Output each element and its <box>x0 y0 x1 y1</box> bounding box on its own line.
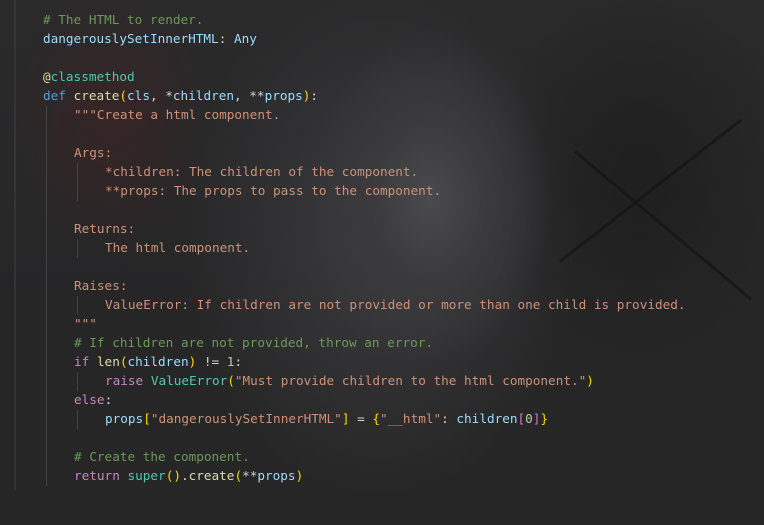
code-decorator: classmethod <box>50 69 135 84</box>
code-line-13: The html component. <box>105 238 250 257</box>
code-line-22: props["dangerouslySetInnerHTML"] = {"__h… <box>105 409 548 428</box>
code-variable: props <box>257 468 296 483</box>
code-line-8: Args: <box>74 143 112 162</box>
code-line-21: else: <box>74 390 112 409</box>
code-keyword: return <box>74 468 120 483</box>
code-docstring: *children: The children of the component… <box>105 164 419 179</box>
code-line-15: Raises: <box>74 276 127 295</box>
code-keyword: raise <box>105 373 144 388</box>
code-punctuation: : <box>104 392 113 407</box>
code-line-19: if len(children) != 1: <box>74 352 242 371</box>
code-line-24: # Create the component. <box>74 447 250 466</box>
code-class: ValueError <box>150 373 228 388</box>
code-method: create <box>188 468 235 483</box>
code-bracket: ) <box>295 468 304 483</box>
code-bracket: ( <box>234 468 243 483</box>
code-punctuation: : <box>441 411 457 426</box>
code-punctuation: , * <box>149 88 173 103</box>
code-bracket: ( <box>227 373 235 388</box>
code-decorator-at: @ <box>43 69 51 84</box>
code-line-2: dangerouslySetInnerHTML: Any <box>43 29 257 48</box>
code-docstring: """Create a html component. <box>74 107 281 122</box>
code-line-1: # The HTML to render. <box>43 10 203 29</box>
code-docstring: """ <box>74 316 97 331</box>
code-line-9: *children: The children of the component… <box>105 162 418 181</box>
code-variable: props <box>105 411 144 426</box>
code-keyword: else <box>74 392 105 407</box>
code-bracket: ( <box>119 88 128 103</box>
code-comment: # Create the component. <box>74 449 250 464</box>
code-bracket: } <box>540 411 549 426</box>
code-docstring: Raises: <box>74 278 128 293</box>
code-string: "Must provide children to the html compo… <box>234 373 587 388</box>
code-bracket: [ <box>143 411 151 426</box>
code-bracket: { <box>372 411 381 426</box>
code-builtin: len <box>96 354 120 369</box>
gutter-indicator <box>14 0 16 490</box>
code-builtin: super <box>127 468 166 483</box>
indent-guide <box>77 239 78 258</box>
code-parameter: cls <box>127 88 150 103</box>
code-docstring: Args: <box>74 145 113 160</box>
code-operator: = <box>349 411 373 426</box>
code-keyword: if <box>74 354 90 369</box>
code-line-16: ValueError: If children are not provided… <box>105 295 686 314</box>
code-line-25: return super().create(**props) <box>74 466 303 485</box>
indent-guide <box>46 106 47 486</box>
code-line-12: Returns: <box>74 219 135 238</box>
code-parameter: props <box>264 88 303 103</box>
code-punctuation: , ** <box>234 88 265 103</box>
code-docstring: **props: The props to pass to the compon… <box>105 183 442 198</box>
code-docstring: The html component. <box>105 240 251 255</box>
code-string: "dangerouslySetInnerHTML" <box>150 411 342 426</box>
code-operator: ** <box>242 468 258 483</box>
code-punctuation: : <box>310 88 319 103</box>
code-line-20: raise ValueError("Must provide children … <box>105 371 594 390</box>
code-string: "__html" <box>380 411 442 426</box>
code-number: 0 <box>525 411 533 426</box>
indent-guide <box>77 410 78 429</box>
code-line-6: """Create a html component. <box>74 105 280 124</box>
code-docstring: Returns: <box>74 221 136 236</box>
code-function-name: create <box>73 88 120 103</box>
code-comment: # The HTML to render. <box>43 12 204 27</box>
code-line-17: """ <box>74 314 97 333</box>
indent-guide <box>77 296 78 315</box>
code-attribute: dangerouslySetInnerHTML <box>43 31 219 46</box>
code-variable: children <box>127 354 189 369</box>
code-variable: children <box>456 411 518 426</box>
code-bracket: () <box>165 468 181 483</box>
indent-guide <box>77 163 78 201</box>
code-bracket: ) <box>586 373 594 388</box>
code-comment: # If children are not provided, throw an… <box>74 335 434 350</box>
code-line-10: **props: The props to pass to the compon… <box>105 181 441 200</box>
code-editor[interactable]: # The HTML to render. dangerouslySetInne… <box>0 0 764 490</box>
code-bracket: [ <box>517 411 526 426</box>
code-docstring: ValueError: If children are not provided… <box>105 297 686 312</box>
code-punctuation: : <box>218 31 234 46</box>
code-punctuation: . <box>180 468 189 483</box>
code-operator: != <box>196 354 227 369</box>
code-keyword: def <box>43 88 66 103</box>
indent-guide <box>77 372 78 391</box>
code-type: Any <box>233 31 257 46</box>
code-line-4: @classmethod <box>43 67 135 86</box>
code-line-18: # If children are not provided, throw an… <box>74 333 433 352</box>
code-punctuation: : <box>234 354 243 369</box>
editor-bottom-area <box>0 490 764 525</box>
code-parameter: children <box>172 88 234 103</box>
code-line-5: def create(cls, *children, **props): <box>43 86 318 105</box>
